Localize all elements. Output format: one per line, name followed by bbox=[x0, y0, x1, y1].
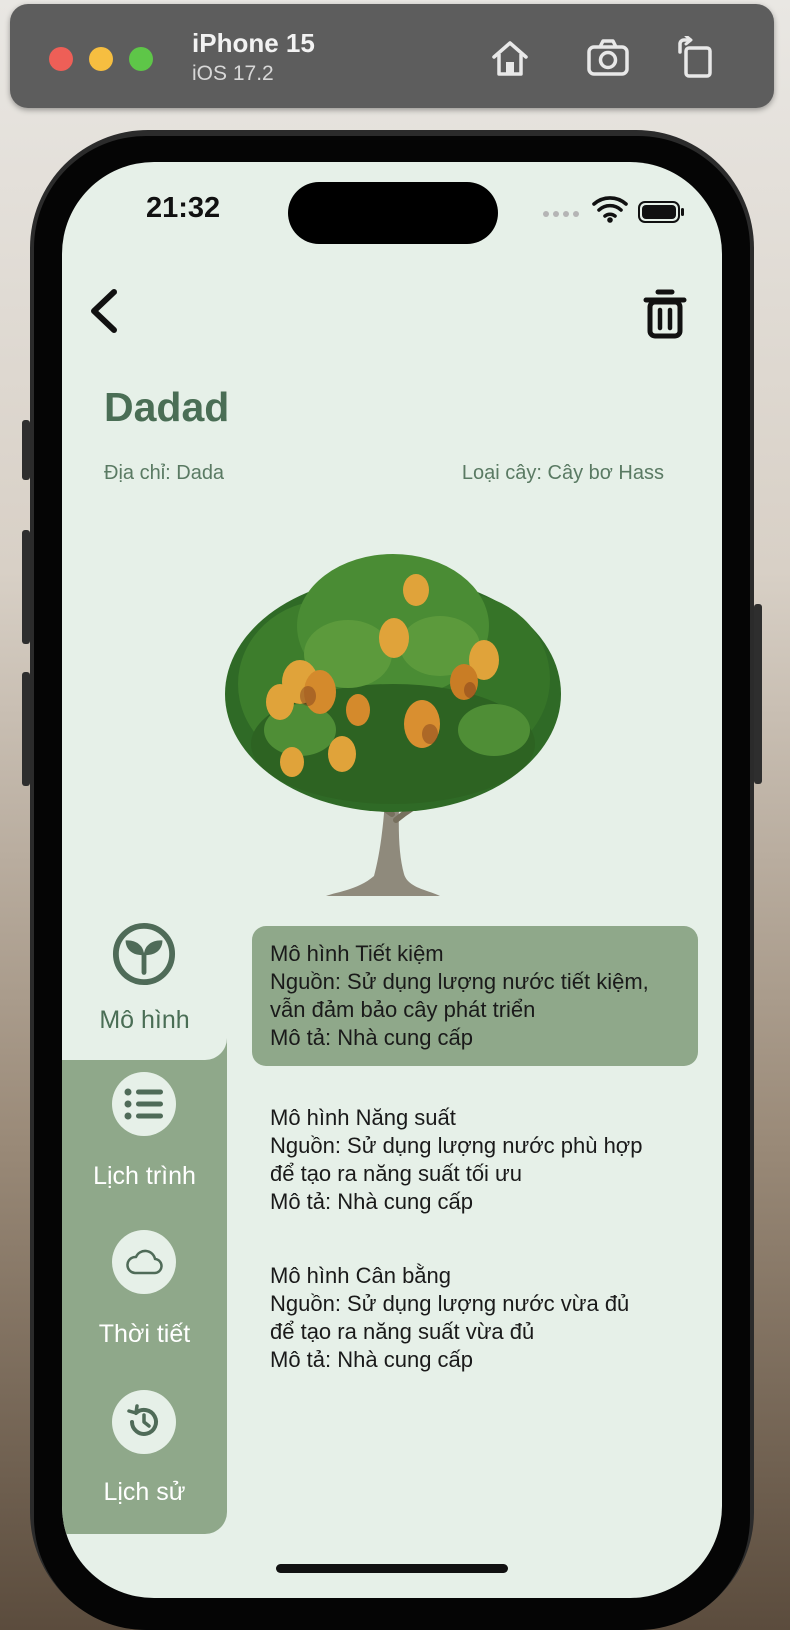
home-icon[interactable] bbox=[488, 36, 532, 80]
model-source: vẫn đảm bảo cây phát triển bbox=[270, 997, 536, 1022]
list-icon bbox=[112, 1072, 176, 1136]
nav-item-history[interactable]: Lịch sử bbox=[62, 1378, 227, 1538]
model-card-yield[interactable]: Mô hình Năng suất Nguồn: Sử dụng lượng n… bbox=[252, 1090, 698, 1230]
device-name: iPhone 15 bbox=[192, 28, 315, 58]
wifi-icon bbox=[592, 196, 628, 218]
nav-item-weather[interactable]: Thời tiết bbox=[62, 1220, 227, 1380]
nav-item-model[interactable]: Mô hình bbox=[62, 902, 227, 1060]
history-icon bbox=[112, 1390, 176, 1454]
simulator-title-bar: iPhone 15 iOS 17.2 bbox=[10, 4, 774, 108]
model-card-balanced[interactable]: Mô hình Cân bằng Nguồn: Sử dụng lượng nư… bbox=[252, 1248, 698, 1388]
model-title: Mô hình Năng suất bbox=[270, 1105, 456, 1130]
battery-icon bbox=[638, 201, 684, 223]
model-description: Mô tả: Nhà cung cấp bbox=[270, 1189, 474, 1214]
trash-icon bbox=[643, 289, 687, 339]
model-source: Nguồn: Sử dụng lượng nước tiết kiệm, bbox=[270, 969, 649, 994]
volume-down-button bbox=[22, 672, 30, 786]
nav-label-weather: Thời tiết bbox=[98, 1320, 191, 1348]
model-title: Mô hình Cân bằng bbox=[270, 1263, 452, 1288]
avocado-tree-illustration bbox=[225, 554, 561, 896]
close-window-button[interactable] bbox=[49, 47, 73, 71]
plant-type-label: Loại cây: Cây bơ Hass bbox=[461, 462, 664, 484]
screenshot-icon[interactable] bbox=[586, 36, 630, 80]
power-button bbox=[754, 604, 762, 784]
rotate-icon[interactable] bbox=[674, 34, 718, 80]
model-source: Nguồn: Sử dụng lượng nước phù hợp bbox=[270, 1133, 643, 1158]
back-button[interactable] bbox=[82, 286, 130, 336]
app-screen: 21:32 Dadad Địa chỉ: Dada Loại cây: Cây … bbox=[62, 162, 722, 1598]
zoom-window-button[interactable] bbox=[129, 47, 153, 71]
model-source: để tạo ra năng suất vừa đủ bbox=[270, 1319, 535, 1344]
model-source: để tạo ra năng suất tối ưu bbox=[270, 1161, 523, 1186]
nav-label-schedule: Lịch trình bbox=[93, 1162, 196, 1190]
nav-item-schedule[interactable]: Lịch trình bbox=[62, 1060, 227, 1220]
address-label: Địa chỉ: Dada bbox=[104, 462, 225, 484]
nav-label-model: Mô hình bbox=[99, 1006, 190, 1034]
chevron-left-icon bbox=[91, 289, 117, 333]
status-indicators bbox=[534, 194, 722, 230]
sprout-icon bbox=[112, 922, 176, 986]
nav-label-history: Lịch sử bbox=[103, 1478, 186, 1506]
volume-up-button bbox=[22, 530, 30, 644]
cloud-icon bbox=[112, 1230, 176, 1294]
model-card-saving[interactable]: Mô hình Tiết kiệm Nguồn: Sử dụng lượng n… bbox=[252, 926, 698, 1066]
home-indicator[interactable] bbox=[276, 1564, 508, 1573]
os-version: iOS 17.2 bbox=[192, 62, 274, 85]
side-navigation: Mô hình Lịch trình Thời tiết Lịch sử bbox=[62, 902, 227, 1534]
action-button bbox=[22, 420, 30, 480]
model-description: Mô tả: Nhà cung cấp bbox=[270, 1347, 474, 1372]
signal-dots-icon bbox=[543, 211, 579, 217]
status-time: 21:32 bbox=[146, 192, 221, 224]
model-title: Mô hình Tiết kiệm bbox=[270, 941, 444, 966]
delete-button[interactable] bbox=[640, 286, 690, 342]
model-description: Mô tả: Nhà cung cấp bbox=[270, 1025, 474, 1050]
model-source: Nguồn: Sử dụng lượng nước vừa đủ bbox=[270, 1291, 630, 1316]
minimize-window-button[interactable] bbox=[89, 47, 113, 71]
garden-title: Dadad bbox=[104, 384, 230, 430]
dynamic-island bbox=[288, 182, 498, 244]
